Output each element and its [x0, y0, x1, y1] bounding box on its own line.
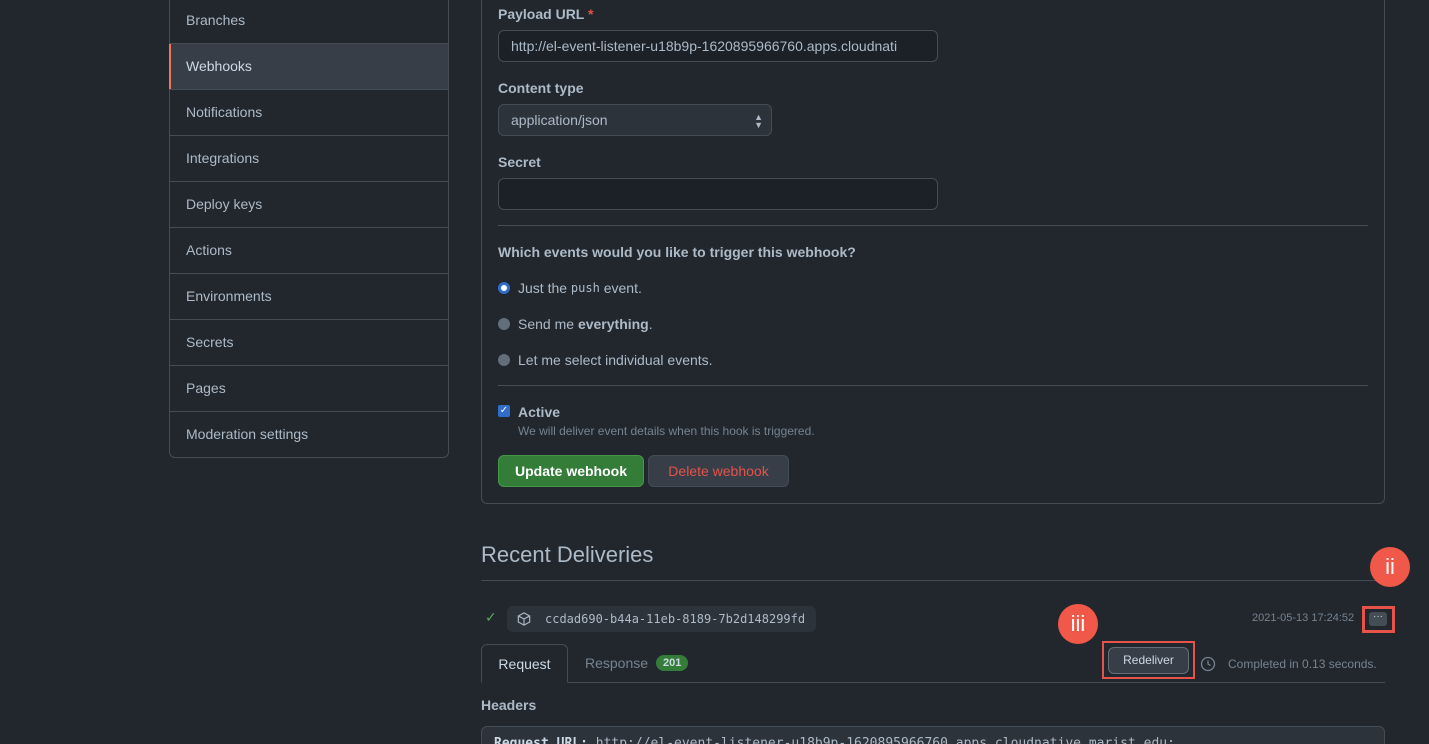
divider [481, 580, 1385, 581]
settings-sidebar: Branches Webhooks Notifications Integrat… [169, 0, 449, 458]
delivery-guid-text: ccdad690-b44a-11eb-8189-7b2d148299fd [545, 612, 806, 626]
sidebar-item-branches[interactable]: Branches [170, 0, 448, 44]
sidebar-item-integrations[interactable]: Integrations [170, 136, 448, 182]
update-webhook-button[interactable]: Update webhook [498, 455, 644, 487]
radio-everything-label: Send me [518, 316, 575, 332]
radio-everything[interactable]: Send me everything. [498, 316, 653, 332]
payload-url-input[interactable]: http://el-event-listener-u18b9p-16208959… [498, 30, 938, 62]
response-code-badge: 201 [656, 655, 689, 671]
sidebar-item-deploy-keys[interactable]: Deploy keys [170, 182, 448, 228]
sidebar-item-label: Deploy keys [186, 196, 263, 212]
radio-individual-label: Let me select individual events. [518, 352, 713, 368]
content-type-value: application/json [511, 112, 608, 128]
more-options-button[interactable]: ··· [1369, 612, 1387, 626]
radio-push-label-post: event. [603, 280, 642, 296]
divider [498, 385, 1368, 386]
radio-unselected-icon[interactable] [498, 354, 510, 366]
radio-individual-events[interactable]: Let me select individual events. [498, 352, 713, 368]
sidebar-item-label: Environments [186, 288, 272, 304]
success-check-icon: ✓ [485, 609, 497, 625]
sidebar-item-label: Pages [186, 380, 226, 396]
delivery-timestamp: 2021-05-13 17:24:52 [1252, 612, 1355, 624]
radio-everything-bold: everything [577, 316, 649, 332]
more-options-highlight: ··· [1362, 606, 1395, 633]
tab-divider [481, 682, 1385, 683]
radio-push-label: Just the [518, 280, 568, 296]
clock-icon [1200, 656, 1216, 672]
active-label: Active [518, 404, 561, 420]
sidebar-item-label: Notifications [186, 104, 263, 120]
tab-response[interactable]: Response 201 [585, 655, 689, 671]
push-code: push [570, 281, 600, 295]
required-marker: * [588, 6, 594, 22]
radio-selected-icon[interactable] [498, 282, 510, 294]
sidebar-item-label: Moderation settings [186, 426, 309, 442]
active-checkbox[interactable]: ✓ [498, 405, 510, 417]
sidebar-item-notifications[interactable]: Notifications [170, 90, 448, 136]
annotation-marker-ii: ii [1370, 547, 1410, 587]
completed-text: Completed in 0.13 seconds. [1228, 657, 1377, 671]
delivery-guid[interactable]: ccdad690-b44a-11eb-8189-7b2d148299fd [507, 606, 817, 632]
payload-url-label-text: Payload URL [498, 6, 585, 22]
completed-status: Completed in 0.13 seconds. [1200, 656, 1377, 672]
tab-request[interactable]: Request [481, 644, 568, 683]
package-icon [517, 612, 531, 626]
sidebar-item-label: Branches [186, 12, 246, 28]
sidebar-item-environments[interactable]: Environments [170, 274, 448, 320]
redeliver-highlight: Redeliver [1102, 641, 1195, 679]
radio-unselected-icon[interactable] [498, 318, 510, 330]
sidebar-item-label: Actions [186, 242, 232, 258]
content-type-select[interactable]: application/json ▲ ▼ [498, 104, 772, 136]
sidebar-item-label: Webhooks [186, 58, 252, 74]
secret-label: Secret [498, 154, 541, 170]
recent-deliveries-title: Recent Deliveries [481, 542, 654, 567]
tab-response-label: Response [585, 655, 649, 671]
headers-label: Headers [481, 697, 537, 713]
headers-code-block: Request URL: http://el-event-listener-u1… [481, 726, 1385, 744]
secret-input[interactable] [498, 178, 938, 210]
annotation-marker-iii: iii [1058, 604, 1098, 644]
delete-webhook-button[interactable]: Delete webhook [648, 455, 789, 487]
content-type-label: Content type [498, 80, 584, 96]
request-url-value: http://el-event-listener-u18b9p-16208959… [595, 736, 1175, 744]
select-arrows-icon: ▲ ▼ [754, 112, 763, 130]
sidebar-item-actions[interactable]: Actions [170, 228, 448, 274]
sidebar-item-webhooks[interactable]: Webhooks [169, 44, 448, 90]
sidebar-item-label: Secrets [186, 334, 234, 350]
sidebar-item-label: Integrations [186, 150, 260, 166]
active-hint: We will deliver event details when this … [518, 424, 815, 438]
request-url-label: Request URL: [494, 736, 588, 744]
sidebar-item-secrets[interactable]: Secrets [170, 320, 448, 366]
events-question: Which events would you like to trigger t… [498, 244, 856, 260]
sidebar-item-pages[interactable]: Pages [170, 366, 448, 412]
redeliver-button[interactable]: Redeliver [1108, 647, 1189, 674]
radio-push-event[interactable]: Just the push event. [498, 280, 642, 296]
sidebar-item-moderation-settings[interactable]: Moderation settings [170, 412, 448, 458]
radio-everything-post: . [648, 316, 653, 332]
payload-url-label: Payload URL * [498, 6, 593, 22]
divider [498, 225, 1368, 226]
